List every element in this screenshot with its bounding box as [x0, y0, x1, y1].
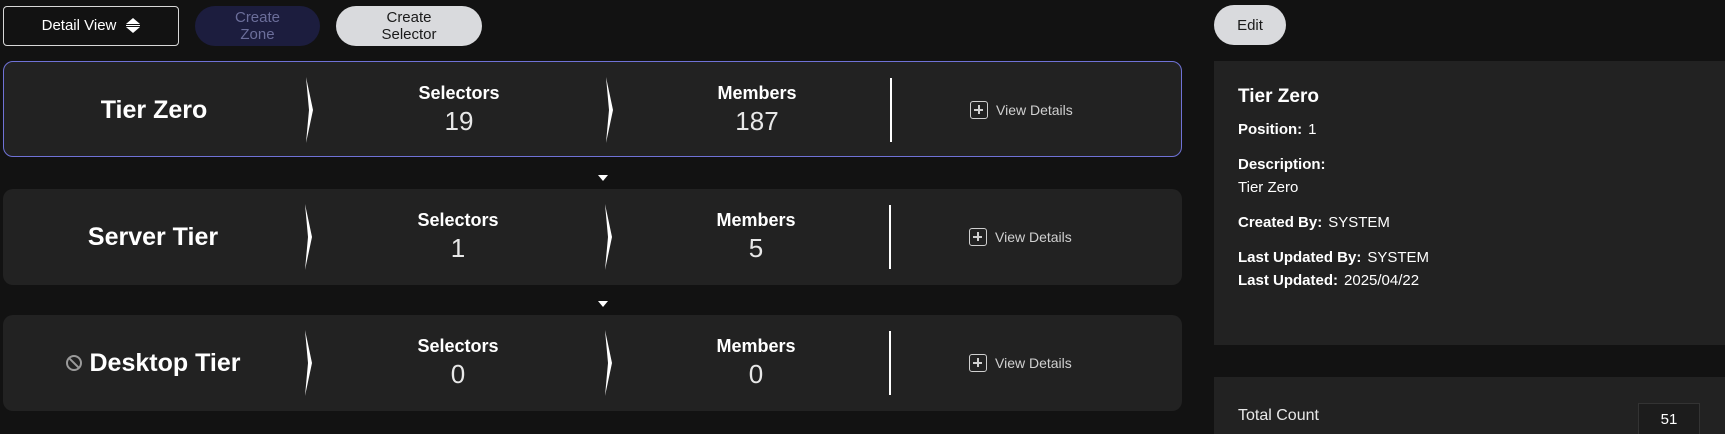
selectors-count: 19 [444, 106, 474, 136]
view-mode-label: Detail View [41, 17, 117, 34]
view-details-link[interactable]: View Details [969, 189, 1072, 285]
selectors-stat: Selectors 0 [358, 315, 558, 411]
caret-down-icon [598, 301, 608, 307]
position-value: 1 [1308, 121, 1317, 138]
last-updated-label: Last Updated: [1238, 272, 1339, 289]
zone-title: Tier Zero [100, 95, 208, 124]
selectors-stat: Selectors 19 [359, 62, 559, 158]
members-count: 5 [748, 233, 764, 263]
description-row: Description: Tier Zero [1238, 156, 1701, 196]
members-count: 187 [735, 106, 779, 136]
view-details-label: View Details [995, 229, 1072, 245]
position-label: Position: [1238, 121, 1303, 138]
created-by-value: SYSTEM [1328, 214, 1390, 231]
members-stat: Members 187 [657, 62, 857, 158]
last-updated-value: 2025/04/22 [1344, 272, 1420, 289]
add-box-icon [969, 228, 987, 246]
members-label: Members [716, 336, 796, 356]
create-selector-button[interactable]: Create Selector [336, 5, 482, 46]
chevron-right-icon [305, 204, 312, 270]
created-by-label: Created By: [1238, 214, 1323, 231]
zone-title: Desktop Tier [89, 348, 241, 377]
divider [889, 205, 891, 269]
chevron-right-icon [305, 330, 312, 396]
chevron-right-icon [306, 77, 313, 143]
zone-details-panel: Tier Zero Position: 1 Description: Tier Z… [1214, 61, 1725, 345]
caret-down-icon [598, 175, 608, 181]
total-count-value: 51 [1638, 403, 1700, 434]
disabled-icon [65, 355, 82, 371]
zone-card-desktop-tier[interactable]: Desktop Tier Selectors 0 Members 0 View … [3, 315, 1182, 411]
selectors-count: 1 [450, 233, 466, 263]
view-details-link[interactable]: View Details [970, 62, 1073, 158]
members-label: Members [717, 83, 797, 103]
total-count-label: Total Count [1238, 407, 1319, 424]
description-value: Tier Zero [1238, 179, 1299, 196]
chevron-right-icon [606, 77, 613, 143]
zone-title: Server Tier [87, 222, 219, 251]
details-title: Tier Zero [1238, 86, 1319, 107]
zone-name: Tier Zero [4, 62, 304, 158]
last-updated-by-row: Last Updated By: SYSTEM [1238, 249, 1701, 266]
add-box-icon [970, 101, 988, 119]
selectors-stat: Selectors 1 [358, 189, 558, 285]
members-stat: Members 0 [656, 315, 856, 411]
zone-card-server-tier[interactable]: Server Tier Selectors 1 Members 5 View D… [3, 189, 1182, 285]
total-count-panel: Total Count 51 [1214, 377, 1725, 434]
view-details-label: View Details [995, 355, 1072, 371]
chevron-right-icon [605, 204, 612, 270]
selectors-label: Selectors [417, 336, 499, 356]
edit-button[interactable]: Edit [1214, 5, 1286, 45]
selectors-label: Selectors [417, 210, 499, 230]
zone-name: Server Tier [3, 189, 303, 285]
description-label: Description: [1238, 156, 1326, 173]
zone-card-tier-zero[interactable]: Tier Zero Selectors 19 Members 187 View … [3, 61, 1182, 157]
toolbar: Detail View Create Zone Create Selector [3, 5, 482, 46]
selectors-count: 0 [450, 359, 466, 389]
chevron-right-icon [605, 330, 612, 396]
divider [889, 331, 891, 395]
view-details-link[interactable]: View Details [969, 315, 1072, 411]
create-zone-button[interactable]: Create Zone [195, 5, 320, 46]
members-label: Members [716, 210, 796, 230]
sort-updown-icon [126, 17, 141, 34]
last-updated-by-label: Last Updated By: [1238, 249, 1362, 266]
divider [890, 78, 892, 142]
add-box-icon [969, 354, 987, 372]
members-stat: Members 5 [656, 189, 856, 285]
created-by-row: Created By: SYSTEM [1238, 214, 1701, 231]
last-updated-by-value: SYSTEM [1367, 249, 1430, 266]
members-count: 0 [748, 359, 764, 389]
last-updated-row: Last Updated: 2025/04/22 [1238, 272, 1701, 289]
view-details-label: View Details [996, 102, 1073, 118]
zone-name: Desktop Tier [3, 315, 303, 411]
position-row: Position: 1 [1238, 121, 1701, 138]
view-mode-select[interactable]: Detail View [3, 5, 179, 46]
selectors-label: Selectors [418, 83, 500, 103]
